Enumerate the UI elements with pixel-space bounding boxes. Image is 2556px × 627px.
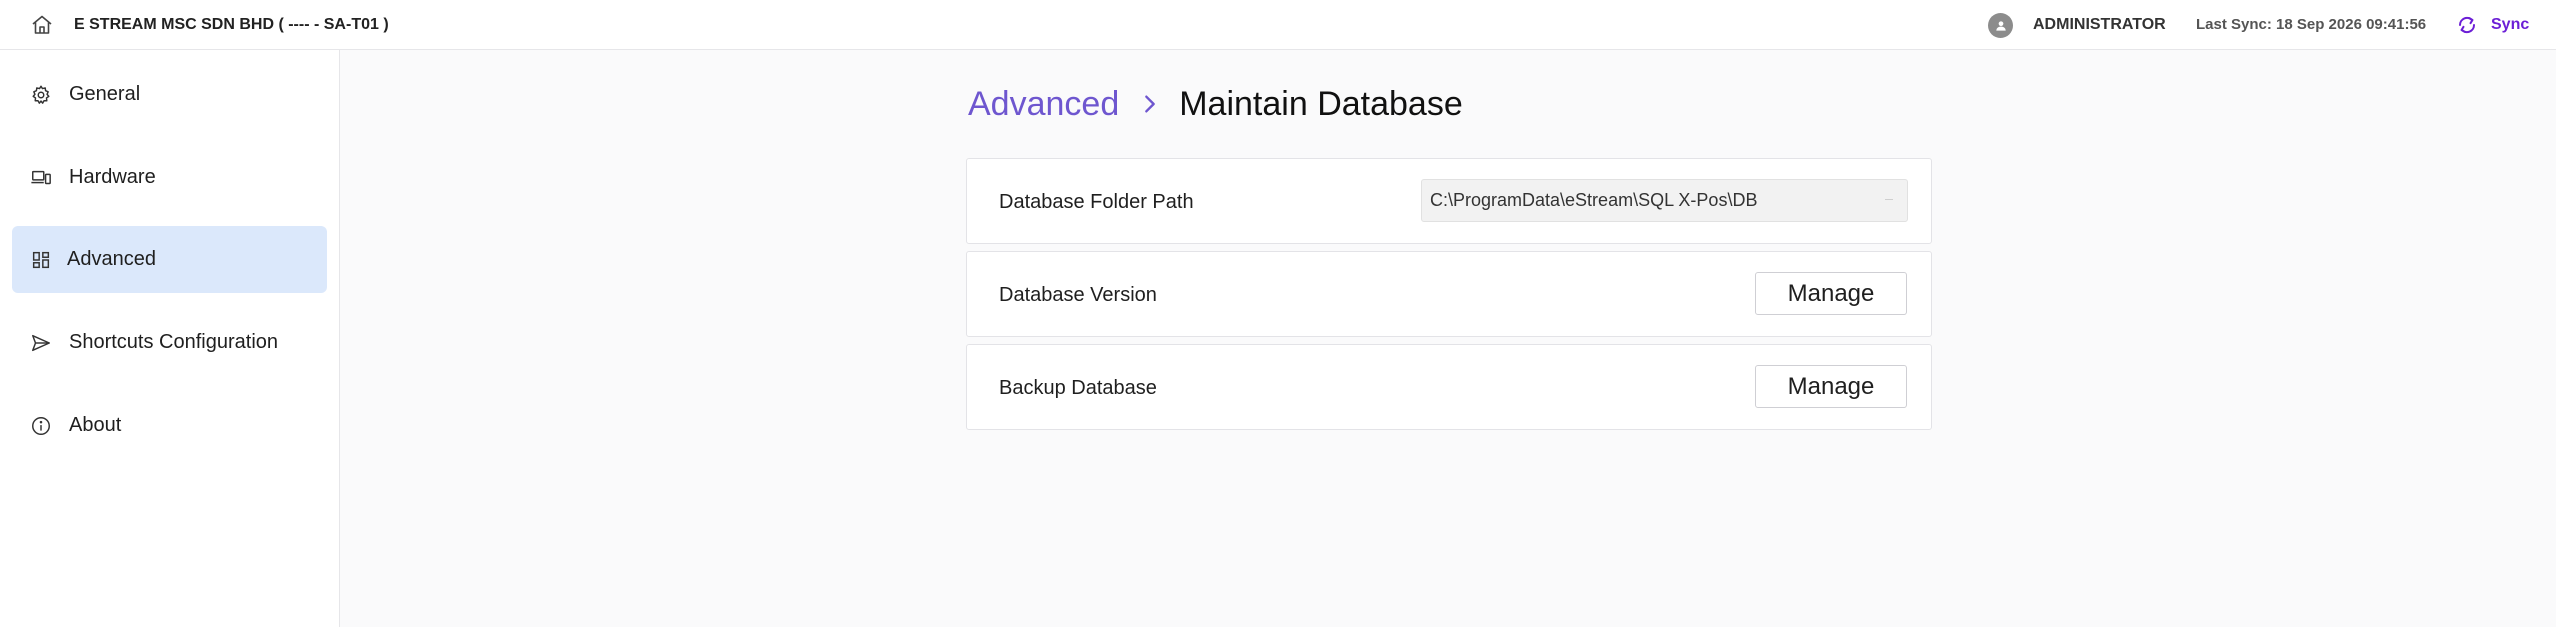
chevron-right-icon (1145, 95, 1156, 113)
company-name: E STREAM MSC SDN BHD ( ---- - SA-T01 ) (74, 16, 389, 33)
last-sync-time: Last Sync: 18 Sep 2026 09:41:56 (2196, 16, 2427, 33)
sync-label: Sync (2491, 16, 2530, 33)
database-version-row: Database Version Manage (966, 251, 1932, 337)
database-folder-path-value: C:\ProgramData\eStream\SQL X-Pos\DB (1430, 190, 1758, 210)
sidebar-item-label: Shortcuts Configuration (69, 331, 279, 353)
top-bar: E STREAM MSC SDN BHD ( ---- - SA-T01 ) A… (0, 0, 2556, 50)
user-avatar-icon[interactable] (1988, 13, 2013, 38)
gear-icon (32, 85, 50, 104)
backup-database-label: Backup Database (999, 377, 1157, 399)
database-folder-path-field[interactable]: C:\ProgramData\eStream\SQL X-Pos\DB (1421, 179, 1908, 222)
sidebar-item-label: Hardware (69, 166, 156, 188)
user-name: ADMINISTRATOR (2033, 16, 2166, 33)
page-title: Maintain Database (1179, 84, 1463, 123)
database-folder-path-label: Database Folder Path (999, 191, 1194, 213)
field-caret-icon (1885, 199, 1893, 203)
sidebar-item-shortcuts-configuration[interactable]: Shortcuts Configuration (12, 309, 327, 376)
sidebar-item-label: Advanced (67, 248, 156, 270)
home-icon[interactable] (30, 13, 54, 37)
sidebar-item-about[interactable]: About (12, 392, 327, 459)
sidebar-item-advanced[interactable]: Advanced (12, 226, 327, 293)
breadcrumb-parent-link[interactable]: Advanced (968, 85, 1119, 124)
breadcrumb: Advanced Maintain Database (968, 82, 1463, 126)
manage-backup-database-button[interactable]: Manage (1755, 365, 1907, 408)
send-icon (32, 334, 50, 351)
sidebar-item-label: General (69, 83, 141, 105)
manage-database-version-button[interactable]: Manage (1755, 272, 1907, 315)
sync-button[interactable]: Sync (2455, 12, 2529, 38)
dashboard-icon (32, 251, 50, 268)
sidebar: General Hardware Advanced Shortcuts Conf… (0, 50, 340, 627)
sidebar-item-label: About (69, 414, 122, 436)
devices-icon (31, 170, 51, 184)
database-version-label: Database Version (999, 284, 1157, 306)
info-icon (32, 416, 50, 435)
sidebar-item-hardware[interactable]: Hardware (12, 144, 327, 211)
sidebar-item-general[interactable]: General (12, 61, 327, 128)
sync-icon (2458, 16, 2476, 34)
backup-database-row: Backup Database Manage (966, 344, 1932, 430)
database-folder-path-row: Database Folder Path C:\ProgramData\eStr… (966, 158, 1932, 244)
